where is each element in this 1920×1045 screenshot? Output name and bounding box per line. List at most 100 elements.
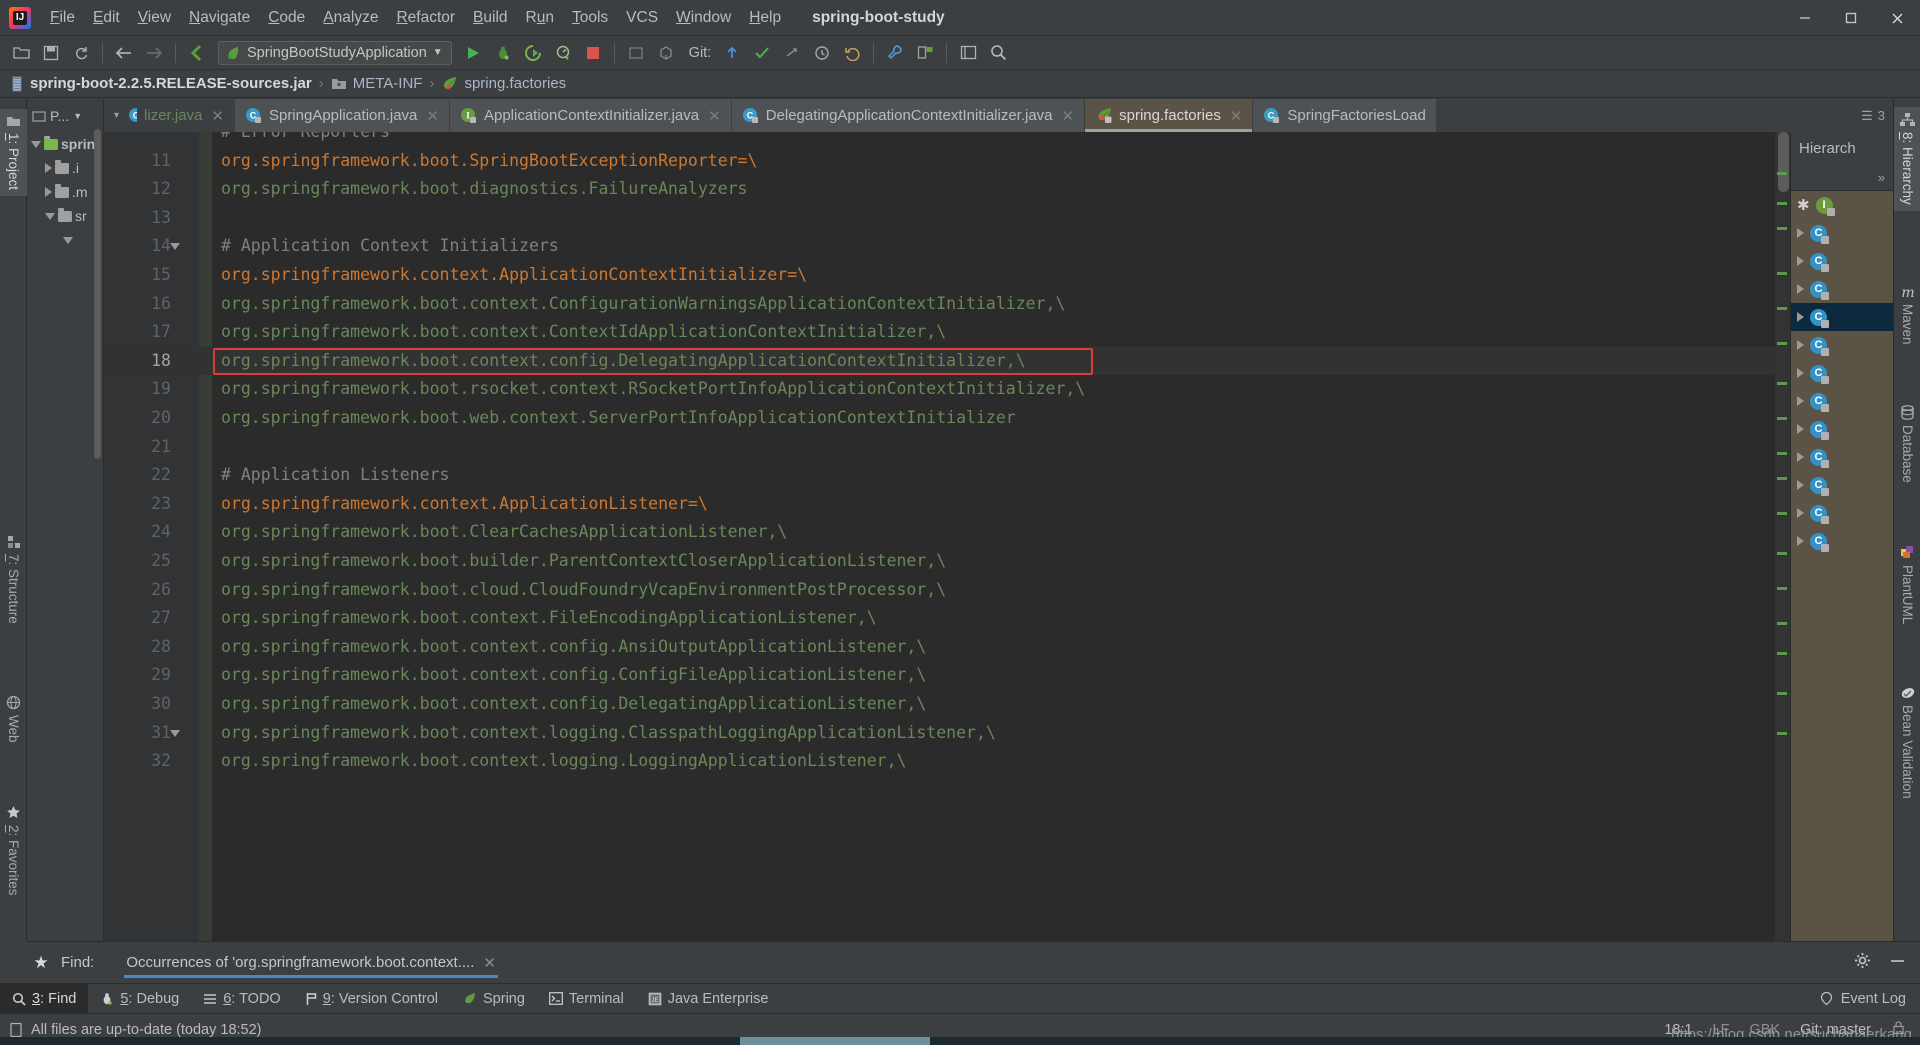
tab-close-icon[interactable]: ✕: [426, 107, 439, 125]
run-coverage-icon[interactable]: [520, 40, 546, 66]
build-icon[interactable]: [623, 40, 649, 66]
save-all-icon[interactable]: [38, 40, 64, 66]
close-icon[interactable]: ✕: [483, 954, 496, 972]
bottom-tab-9-version-control[interactable]: 9: Version Control: [293, 984, 450, 1013]
hierarchy-row[interactable]: C: [1791, 387, 1893, 415]
chevron-down-icon[interactable]: ▼: [73, 111, 82, 121]
minimize-button[interactable]: [1782, 0, 1828, 36]
close-button[interactable]: [1874, 0, 1920, 36]
flash-navigate-icon[interactable]: [184, 40, 210, 66]
pin-star-icon[interactable]: ★: [27, 953, 55, 973]
debug-icon[interactable]: [490, 40, 516, 66]
hierarchy-row[interactable]: C: [1791, 443, 1893, 471]
gear-icon[interactable]: [1854, 952, 1871, 974]
bottom-tab-6-todo[interactable]: 6: TODO: [191, 984, 293, 1013]
editor-tab-0[interactable]: ▾ Clizer.java ✕: [104, 99, 235, 132]
hierarchy-row[interactable]: C: [1791, 527, 1893, 555]
menu-window[interactable]: Window: [667, 6, 740, 30]
chevron-right-icon[interactable]: [1797, 480, 1804, 490]
project-scrollbar[interactable]: [94, 129, 101, 459]
editor-gutter[interactable]: 11 12 13 14 15 16 17 18 19 20 21 22 23 24 25 26 27 28 29 30…: [104, 132, 199, 941]
sync-icon[interactable]: [68, 40, 94, 66]
project-node[interactable]: .i: [27, 156, 103, 180]
right-rail-maven[interactable]: m Maven: [1894, 279, 1920, 351]
menu-navigate[interactable]: Navigate: [180, 6, 259, 30]
git-branch-indicator[interactable]: Git: master: [1800, 1022, 1871, 1038]
hierarchy-row[interactable]: C: [1791, 331, 1893, 359]
project-tree[interactable]: sprin .i .m sr: [27, 132, 103, 252]
open-folder-icon[interactable]: [8, 40, 34, 66]
tab-close-icon[interactable]: ✕: [211, 107, 224, 125]
editor-scrollbar[interactable]: [1778, 132, 1789, 192]
caret-position[interactable]: 18:1: [1664, 1022, 1692, 1038]
menu-file[interactable]: File: [41, 6, 84, 30]
hierarchy-toolbar[interactable]: »: [1791, 165, 1893, 191]
breadcrumb-item-0[interactable]: spring-boot-2.2.5.RELEASE-sources.jar: [10, 75, 312, 92]
menu-help[interactable]: Help: [740, 6, 790, 30]
stop-icon[interactable]: [580, 40, 606, 66]
left-rail-web[interactable]: Web: [0, 689, 27, 749]
find-results-tab[interactable]: Occurrences of 'org.springframework.boot…: [116, 941, 506, 984]
hierarchy-row[interactable]: C: [1791, 415, 1893, 443]
breadcrumb-item-2[interactable]: spring.factories: [441, 75, 566, 92]
chevron-right-icon[interactable]: [1797, 536, 1804, 546]
chevron-right-icon[interactable]: [1797, 368, 1804, 378]
settings-wrench-icon[interactable]: [882, 40, 908, 66]
hierarchy-row[interactable]: C: [1791, 471, 1893, 499]
bottom-tab-3-find[interactable]: 3: Find: [0, 984, 89, 1013]
editor-tab-2[interactable]: I ApplicationContextInitializer.java ✕: [449, 99, 732, 132]
hierarchy-list[interactable]: ✱ I C C C C C C C C C C C C: [1791, 191, 1893, 941]
left-rail-project[interactable]: 1: Project: [0, 109, 27, 197]
tab-close-icon[interactable]: ✕: [708, 107, 721, 125]
tab-overflow-button[interactable]: ☰ 3: [1853, 99, 1893, 132]
hierarchy-row[interactable]: C: [1791, 359, 1893, 387]
hierarchy-row[interactable]: ✱ I: [1791, 191, 1893, 219]
run-configuration-selector[interactable]: SpringBootStudyApplication ▼: [218, 40, 452, 65]
chevron-down-icon[interactable]: [31, 140, 41, 148]
right-rail-hierarchy[interactable]: 8: Hierarchy: [1894, 107, 1920, 211]
git-commit-icon[interactable]: [749, 40, 775, 66]
chevron-down-icon[interactable]: ▼: [433, 47, 443, 58]
left-rail-favorites[interactable]: 2: Favorites: [0, 799, 27, 902]
bottom-tab-java-enterprise[interactable]: JE Java Enterprise: [636, 984, 781, 1013]
bottom-tab-terminal[interactable]: Terminal: [537, 984, 636, 1013]
git-history-icon[interactable]: [809, 40, 835, 66]
profile-icon[interactable]: [550, 40, 576, 66]
chevron-right-icon[interactable]: [1797, 508, 1804, 518]
bottom-tab-spring[interactable]: Spring: [450, 984, 537, 1013]
menu-tools[interactable]: Tools: [563, 6, 617, 30]
fold-arrow-icon[interactable]: [170, 729, 180, 737]
project-structure-icon[interactable]: [912, 40, 938, 66]
menu-vcs[interactable]: VCS: [617, 6, 667, 30]
tab-scroll-left-icon[interactable]: ▾: [114, 110, 119, 121]
chevron-right-icon[interactable]: [1797, 284, 1804, 294]
chevron-down-icon[interactable]: [63, 236, 73, 244]
menu-code[interactable]: Code: [259, 6, 314, 30]
right-rail-database[interactable]: Database: [1894, 399, 1920, 489]
run-icon[interactable]: [460, 40, 486, 66]
fold-arrow-icon[interactable]: [170, 243, 180, 251]
error-marker-strip[interactable]: [1775, 132, 1790, 941]
line-separator[interactable]: LF: [1713, 1022, 1730, 1038]
project-node[interactable]: sr: [27, 204, 103, 228]
chevron-down-icon[interactable]: [45, 212, 55, 220]
window-layout-icon[interactable]: [955, 40, 981, 66]
editor-tab-3[interactable]: C DelegatingApplicationContextInitializer…: [731, 99, 1086, 132]
hierarchy-overflow-icon[interactable]: »: [1878, 170, 1885, 185]
chevron-right-icon[interactable]: [45, 163, 52, 173]
menu-refactor[interactable]: Refactor: [387, 6, 464, 30]
menu-build[interactable]: Build: [464, 6, 516, 30]
breadcrumb-item-1[interactable]: META-INF: [331, 75, 422, 92]
right-rail-bean-validation[interactable]: Bean Validation: [1894, 679, 1920, 805]
hierarchy-row[interactable]: C: [1791, 247, 1893, 275]
maximize-button[interactable]: [1828, 0, 1874, 36]
editor-tab-4[interactable]: spring.factories ✕: [1085, 99, 1254, 132]
chevron-right-icon[interactable]: [1797, 452, 1804, 462]
editor-tab-5[interactable]: C SpringFactoriesLoad: [1253, 99, 1437, 132]
tab-close-icon[interactable]: ✕: [1062, 107, 1075, 125]
encoding[interactable]: GBK: [1749, 1022, 1780, 1038]
chevron-right-icon[interactable]: [1797, 396, 1804, 406]
menu-view[interactable]: View: [129, 6, 180, 30]
back-arrow-icon[interactable]: [111, 40, 137, 66]
tab-close-icon[interactable]: ✕: [1230, 107, 1243, 125]
